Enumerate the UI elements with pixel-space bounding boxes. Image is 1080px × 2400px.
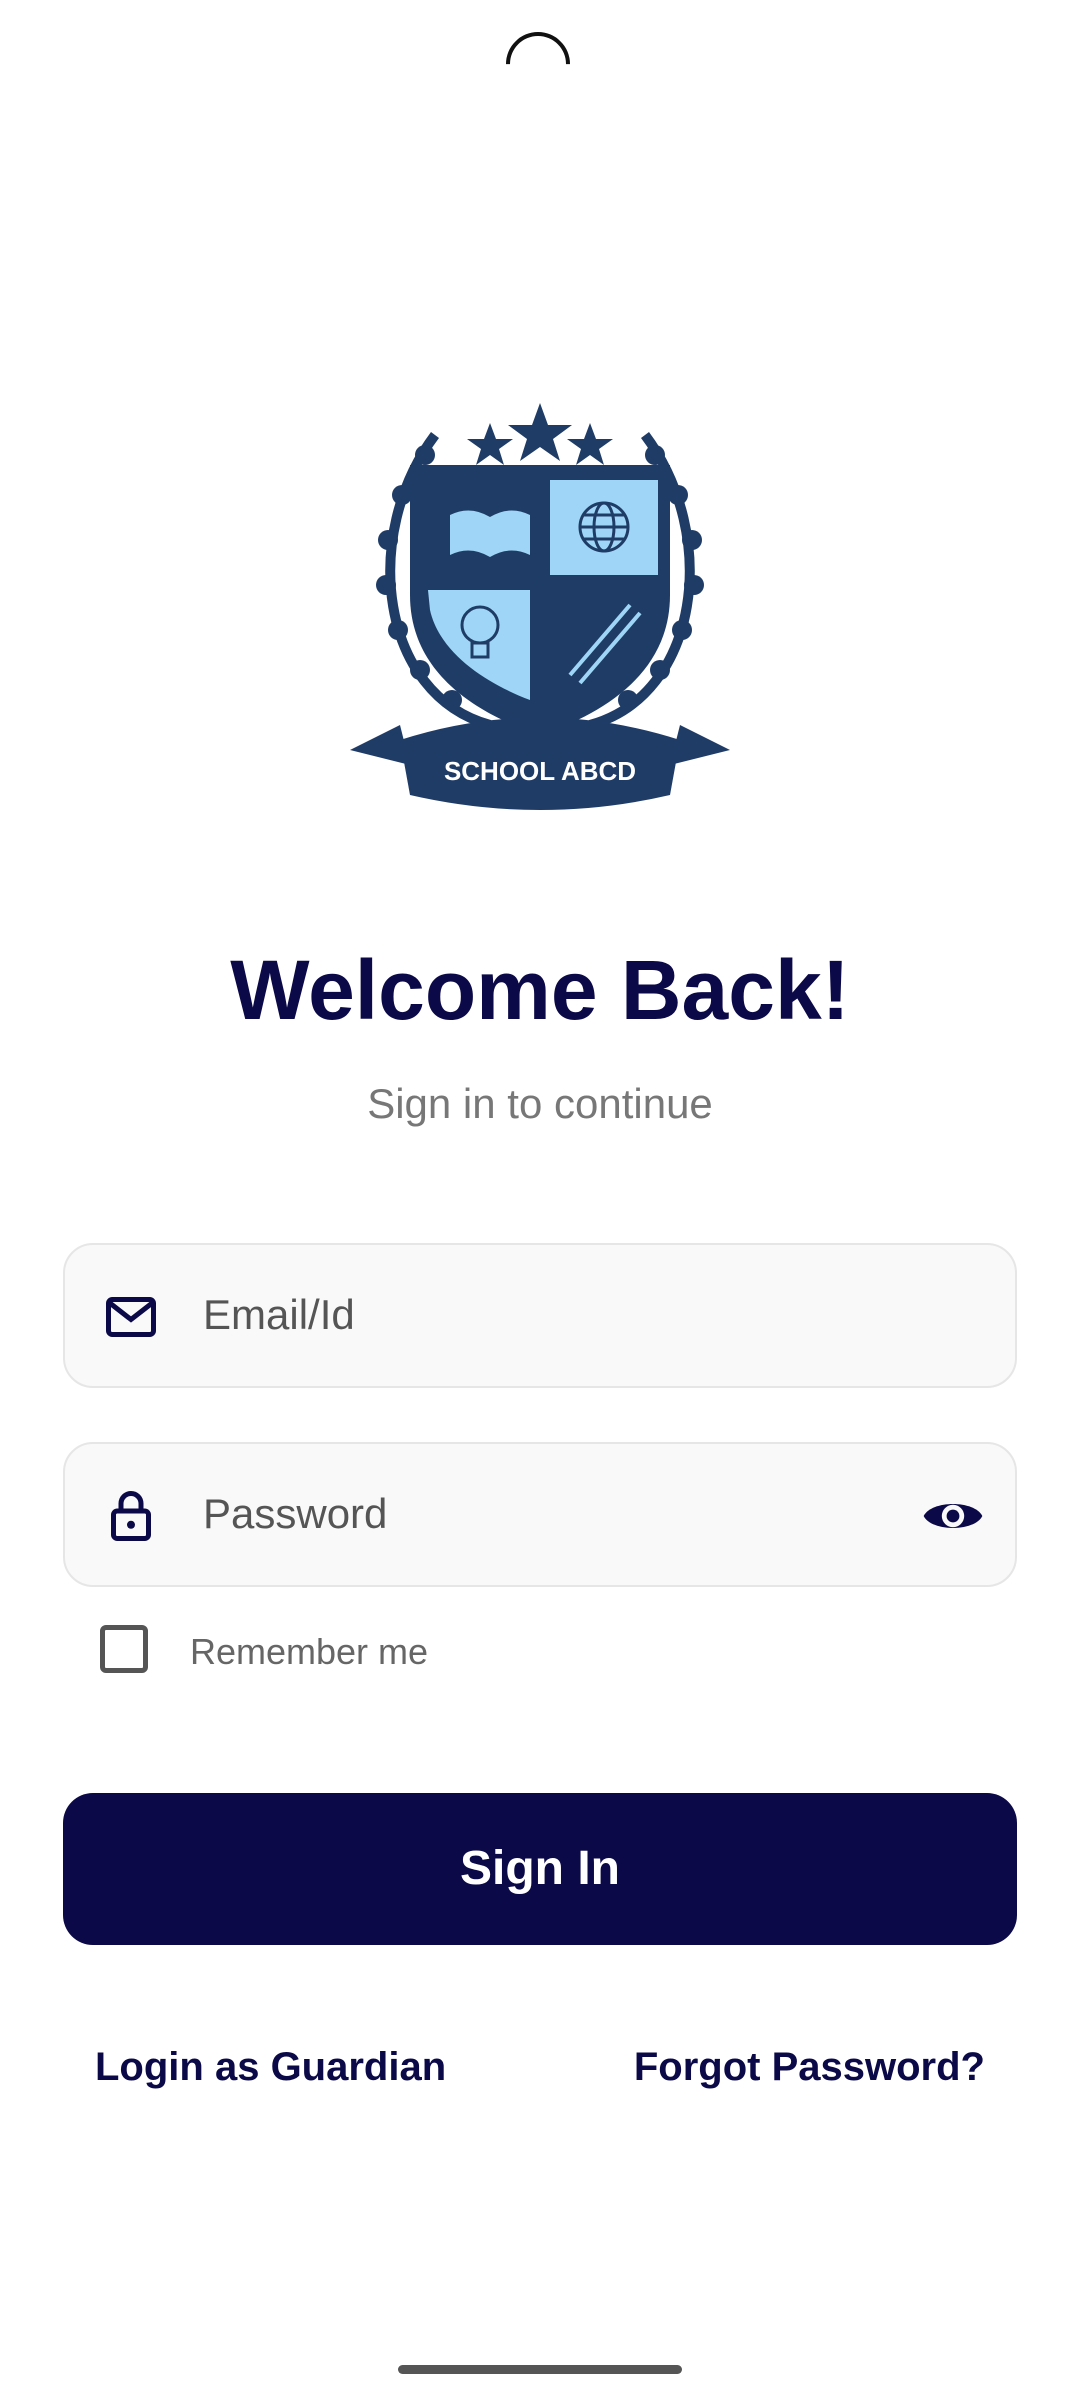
page-subtitle: Sign in to continue [367,1080,713,1127]
remember-label: Remember me [190,1631,429,1672]
password-placeholder: Password [203,1490,388,1537]
home-indicator[interactable] [398,2365,682,2374]
password-field[interactable]: Password [63,1442,1017,1587]
email-placeholder: Email/Id [203,1291,355,1338]
email-field[interactable]: Email/Id [63,1243,1017,1388]
page-title: Welcome Back! [230,943,850,1037]
logo-text: SCHOOL ABCD [444,756,636,786]
camera-cutout [492,18,584,110]
forgot-password-link[interactable]: Forgot Password? [634,2045,985,2090]
login-as-guardian-link[interactable]: Login as Guardian [95,2045,446,2090]
mail-icon [106,1297,156,1337]
lock-icon [111,1491,151,1541]
sign-in-button[interactable]: Sign In [63,1793,1017,1945]
school-logo: SCHOOL ABCD [350,403,730,810]
remember-checkbox[interactable] [100,1625,148,1673]
eye-icon[interactable] [921,1484,985,1548]
